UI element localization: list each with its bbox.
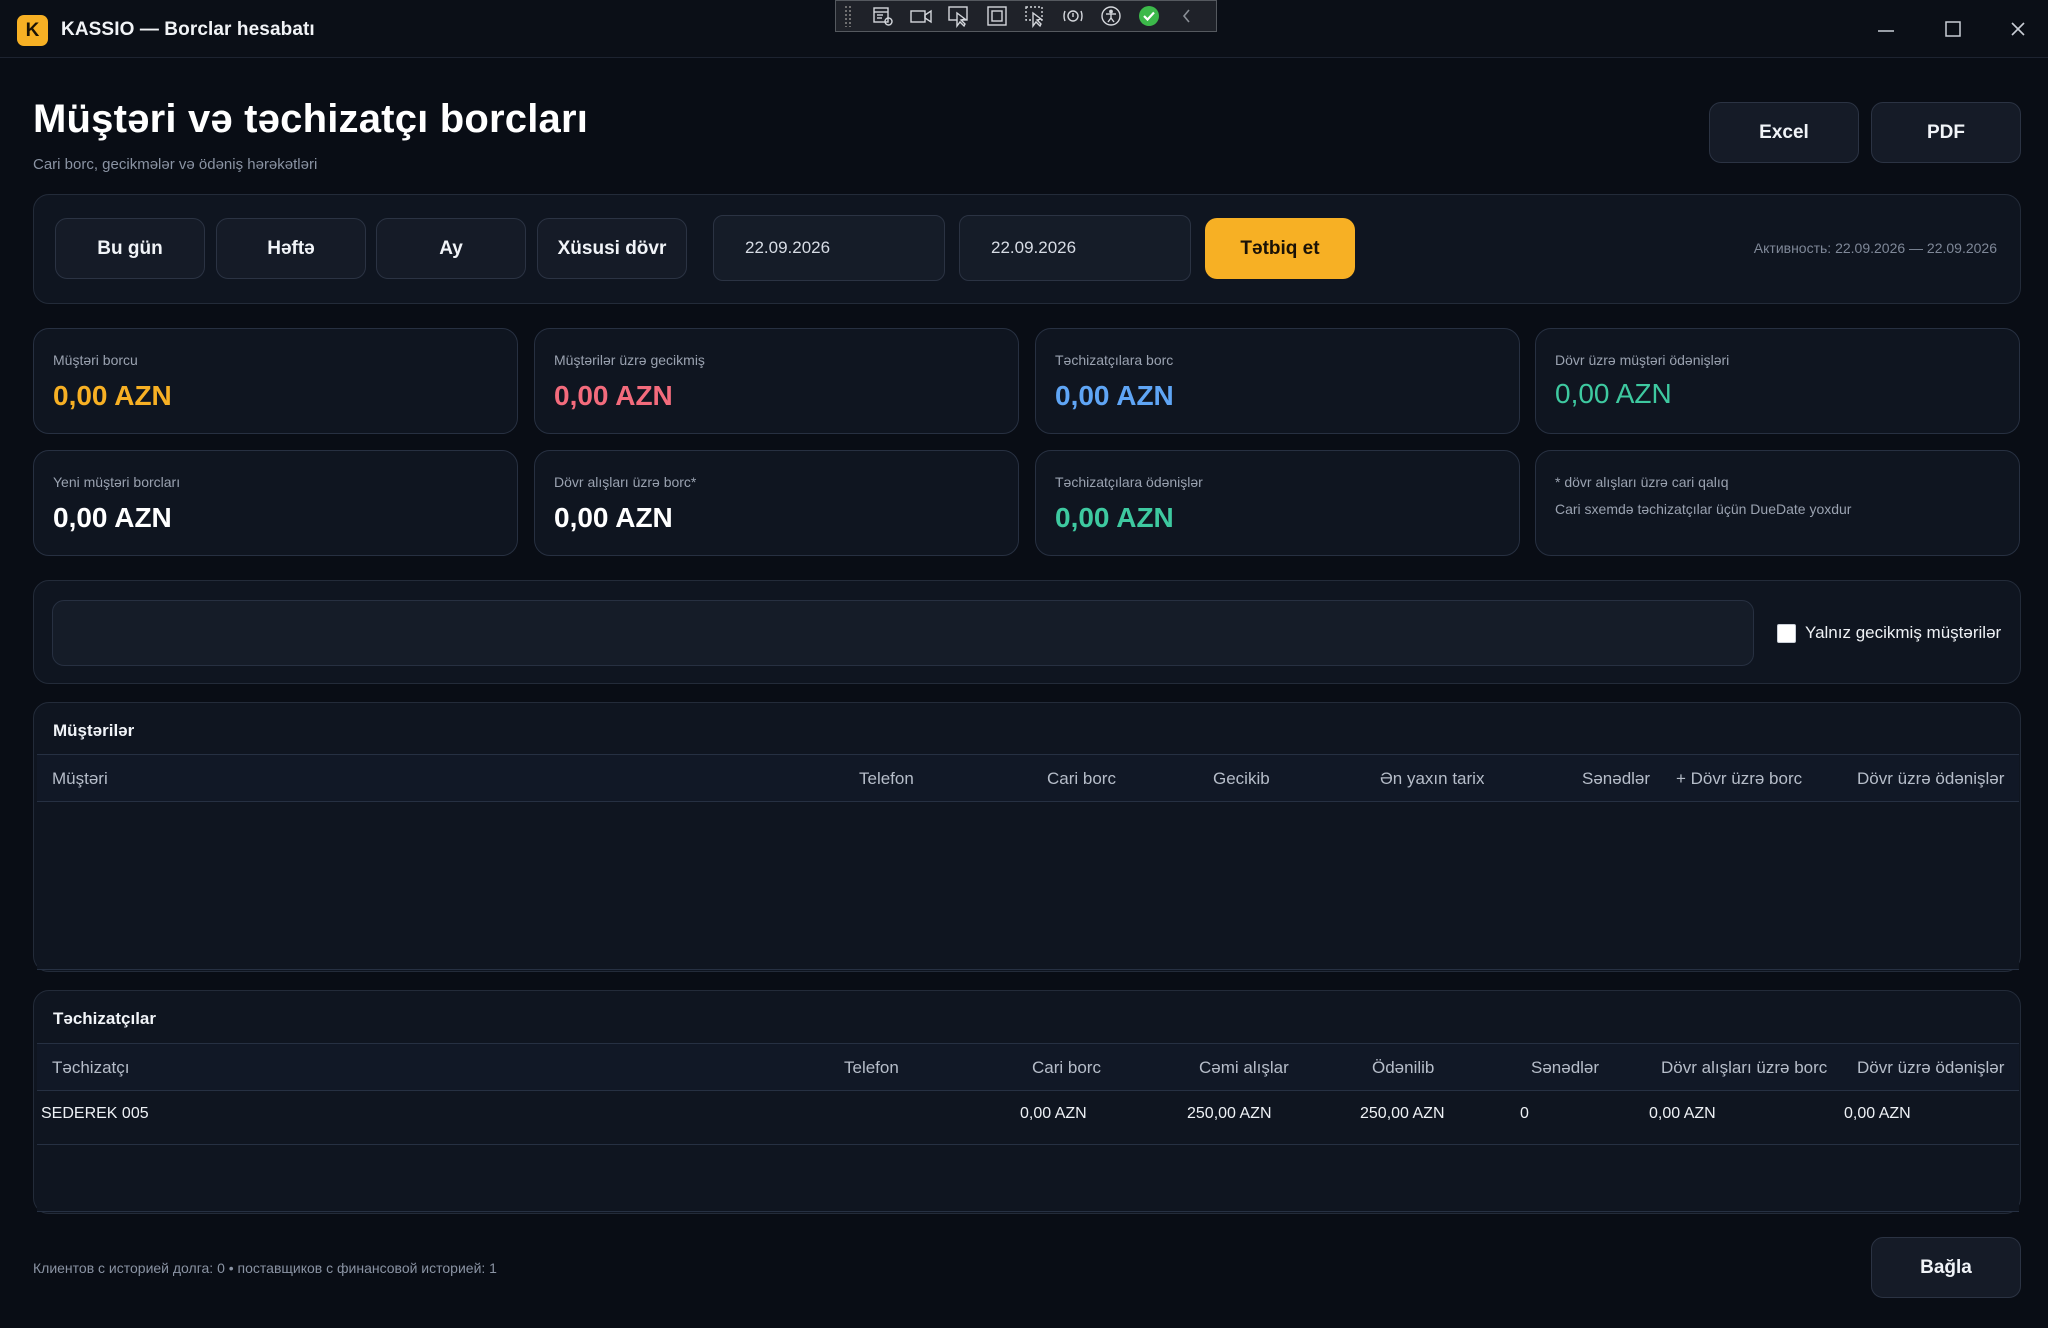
window-title: KASSIO — Borclar hesabatı: [61, 19, 315, 40]
period-month-button[interactable]: Ay: [376, 218, 526, 279]
close-window-icon[interactable]: [2003, 14, 2033, 44]
overdue-only-label[interactable]: Yalnız gecikmiş müştərilər: [1805, 623, 2001, 643]
col-period-debt[interactable]: + Dövr üzrə borc: [1676, 769, 1802, 789]
col-period-payments[interactable]: Dövr üzrə ödənişlər: [1857, 769, 2005, 789]
overdue-only-checkbox[interactable]: [1777, 624, 1796, 643]
minimize-icon[interactable]: [1871, 14, 1901, 44]
card-label: Yeni müştəri borcları: [53, 474, 181, 490]
period-today-button[interactable]: Bu gün: [55, 218, 205, 279]
supplier-total-purchases: 250,00 AZN: [1187, 1105, 1272, 1122]
date-from-input[interactable]: [713, 215, 945, 281]
supplier-documents: 0: [1520, 1105, 1529, 1122]
apply-filter-button[interactable]: Tətbiq et: [1205, 218, 1355, 279]
supplier-paid: 250,00 AZN: [1360, 1105, 1445, 1122]
card-customer-debt: Müştəri borcu 0,00 AZN: [33, 328, 518, 434]
col-overdue[interactable]: Gecikib: [1213, 769, 1270, 789]
check-ok-icon[interactable]: [1130, 2, 1168, 30]
col-phone[interactable]: Telefon: [844, 1058, 899, 1078]
live-tree-icon[interactable]: [864, 2, 902, 30]
video-camera-icon[interactable]: [902, 2, 940, 30]
collapse-toolbar-icon[interactable]: [1168, 2, 1206, 30]
footer-summary: Клиентов с историей долга: 0 • поставщик…: [33, 1260, 497, 1276]
customers-table-body: [37, 802, 2019, 970]
table-row[interactable]: SEDEREK 005 0,00 AZN 250,00 AZN 250,00 A…: [37, 1091, 2019, 1145]
customers-table-header: Müştəri Telefon Cari borc Gecikib Ən yax…: [37, 754, 2019, 802]
note-line-1: * dövr alışları üzrə cari qalıq: [1555, 474, 1729, 490]
date-to-input[interactable]: [959, 215, 1191, 281]
col-customer[interactable]: Müştəri: [52, 769, 108, 789]
card-value: 0,00 AZN: [1055, 380, 1174, 411]
col-total-purchases[interactable]: Cəmi alışlar: [1199, 1058, 1289, 1078]
card-label: Dövr alışları üzrə borc*: [554, 474, 697, 490]
col-supplier[interactable]: Təchizatçı: [52, 1058, 129, 1078]
card-label: Dövr üzrə müştəri ödənişləri: [1555, 352, 1730, 368]
active-range-text: Активность: 22.09.2026 — 22.09.2026: [1753, 240, 1997, 256]
debug-toolbar: [835, 0, 1217, 32]
col-paid[interactable]: Ödənilib: [1372, 1058, 1434, 1078]
card-label: Müştəri borcu: [53, 352, 138, 368]
app-logo: K: [17, 15, 48, 46]
card-note: * dövr alışları üzrə cari qalıq Cari sxe…: [1535, 450, 2020, 556]
title-bar: K KASSIO — Borclar hesabatı: [0, 0, 2048, 58]
card-period-purchase-debt: Dövr alışları üzrə borc* 0,00 AZN: [534, 450, 1019, 556]
card-label: Təchizatçılara borc: [1055, 352, 1174, 368]
page-title: Müştəri və təchizatçı borcları: [33, 97, 589, 141]
supplier-current-debt: 0,00 AZN: [1020, 1105, 1087, 1122]
card-supplier-debt: Təchizatçılara borc 0,00 AZN: [1035, 328, 1520, 434]
col-period-payments[interactable]: Dövr üzrə ödənişlər: [1857, 1058, 2005, 1078]
close-button[interactable]: Bağla: [1871, 1237, 2021, 1298]
period-custom-button[interactable]: Xüsusi dövr: [537, 218, 687, 279]
col-nearest-date[interactable]: Ən yaxın tarix: [1380, 769, 1484, 789]
note-line-2: Cari sxemdə təchizatçılar üçün DueDate y…: [1555, 501, 1852, 517]
accessibility-icon[interactable]: [1092, 2, 1130, 30]
card-label: Müştərilər üzrə gecikmiş: [554, 352, 705, 368]
card-supplier-payments: Təchizatçılara ödənişlər 0,00 AZN: [1035, 450, 1520, 556]
col-phone[interactable]: Telefon: [859, 769, 914, 789]
drag-grip-icon[interactable]: [844, 5, 852, 27]
pdf-export-button[interactable]: PDF: [1871, 102, 2021, 163]
customers-section-title: Müştərilər: [53, 721, 135, 740]
search-input[interactable]: [52, 600, 1754, 666]
supplier-name: SEDEREK 005: [41, 1105, 149, 1122]
card-customer-overdue: Müştərilər üzrə gecikmiş 0,00 AZN: [534, 328, 1019, 434]
select-element-icon[interactable]: [940, 2, 978, 30]
card-value: 0,00 AZN: [1055, 502, 1174, 533]
period-week-button[interactable]: Həftə: [216, 218, 366, 279]
page-subtitle: Cari borc, gecikmələr və ödəniş hərəkətl…: [33, 156, 318, 173]
card-value: 0,00 AZN: [53, 502, 172, 533]
maximize-icon[interactable]: [1938, 14, 1968, 44]
track-focus-icon[interactable]: [1016, 2, 1054, 30]
card-period-customer-payments: Dövr üzrə müştəri ödənişləri 0,00 AZN: [1535, 328, 2020, 434]
card-value: 0,00 AZN: [1555, 378, 1672, 409]
excel-export-button[interactable]: Excel: [1709, 102, 1859, 163]
suppliers-table-header: Təchizatçı Telefon Cari borc Cəmi alışla…: [37, 1043, 2019, 1091]
supplier-period-purchase-debt: 0,00 AZN: [1649, 1105, 1716, 1122]
suppliers-table-empty-area: [37, 1145, 2019, 1212]
suppliers-section-title: Təchizatçılar: [53, 1009, 156, 1028]
layout-adorner-icon[interactable]: [978, 2, 1016, 30]
card-value: 0,00 AZN: [554, 380, 673, 411]
supplier-period-payments: 0,00 AZN: [1844, 1105, 1911, 1122]
card-value: 0,00 AZN: [554, 502, 673, 533]
col-current-debt[interactable]: Cari borc: [1032, 1058, 1101, 1078]
col-documents[interactable]: Sənədlər: [1582, 769, 1650, 789]
col-period-purchase-debt[interactable]: Dövr alışları üzrə borc: [1661, 1058, 1829, 1078]
col-current-debt[interactable]: Cari borc: [1047, 769, 1116, 789]
card-new-customer-debts: Yeni müştəri borcları 0,00 AZN: [33, 450, 518, 556]
card-value: 0,00 AZN: [53, 380, 172, 411]
card-label: Təchizatçılara ödənişlər: [1055, 474, 1203, 490]
col-documents[interactable]: Sənədlər: [1531, 1058, 1599, 1078]
binding-failures-icon[interactable]: [1054, 2, 1092, 30]
